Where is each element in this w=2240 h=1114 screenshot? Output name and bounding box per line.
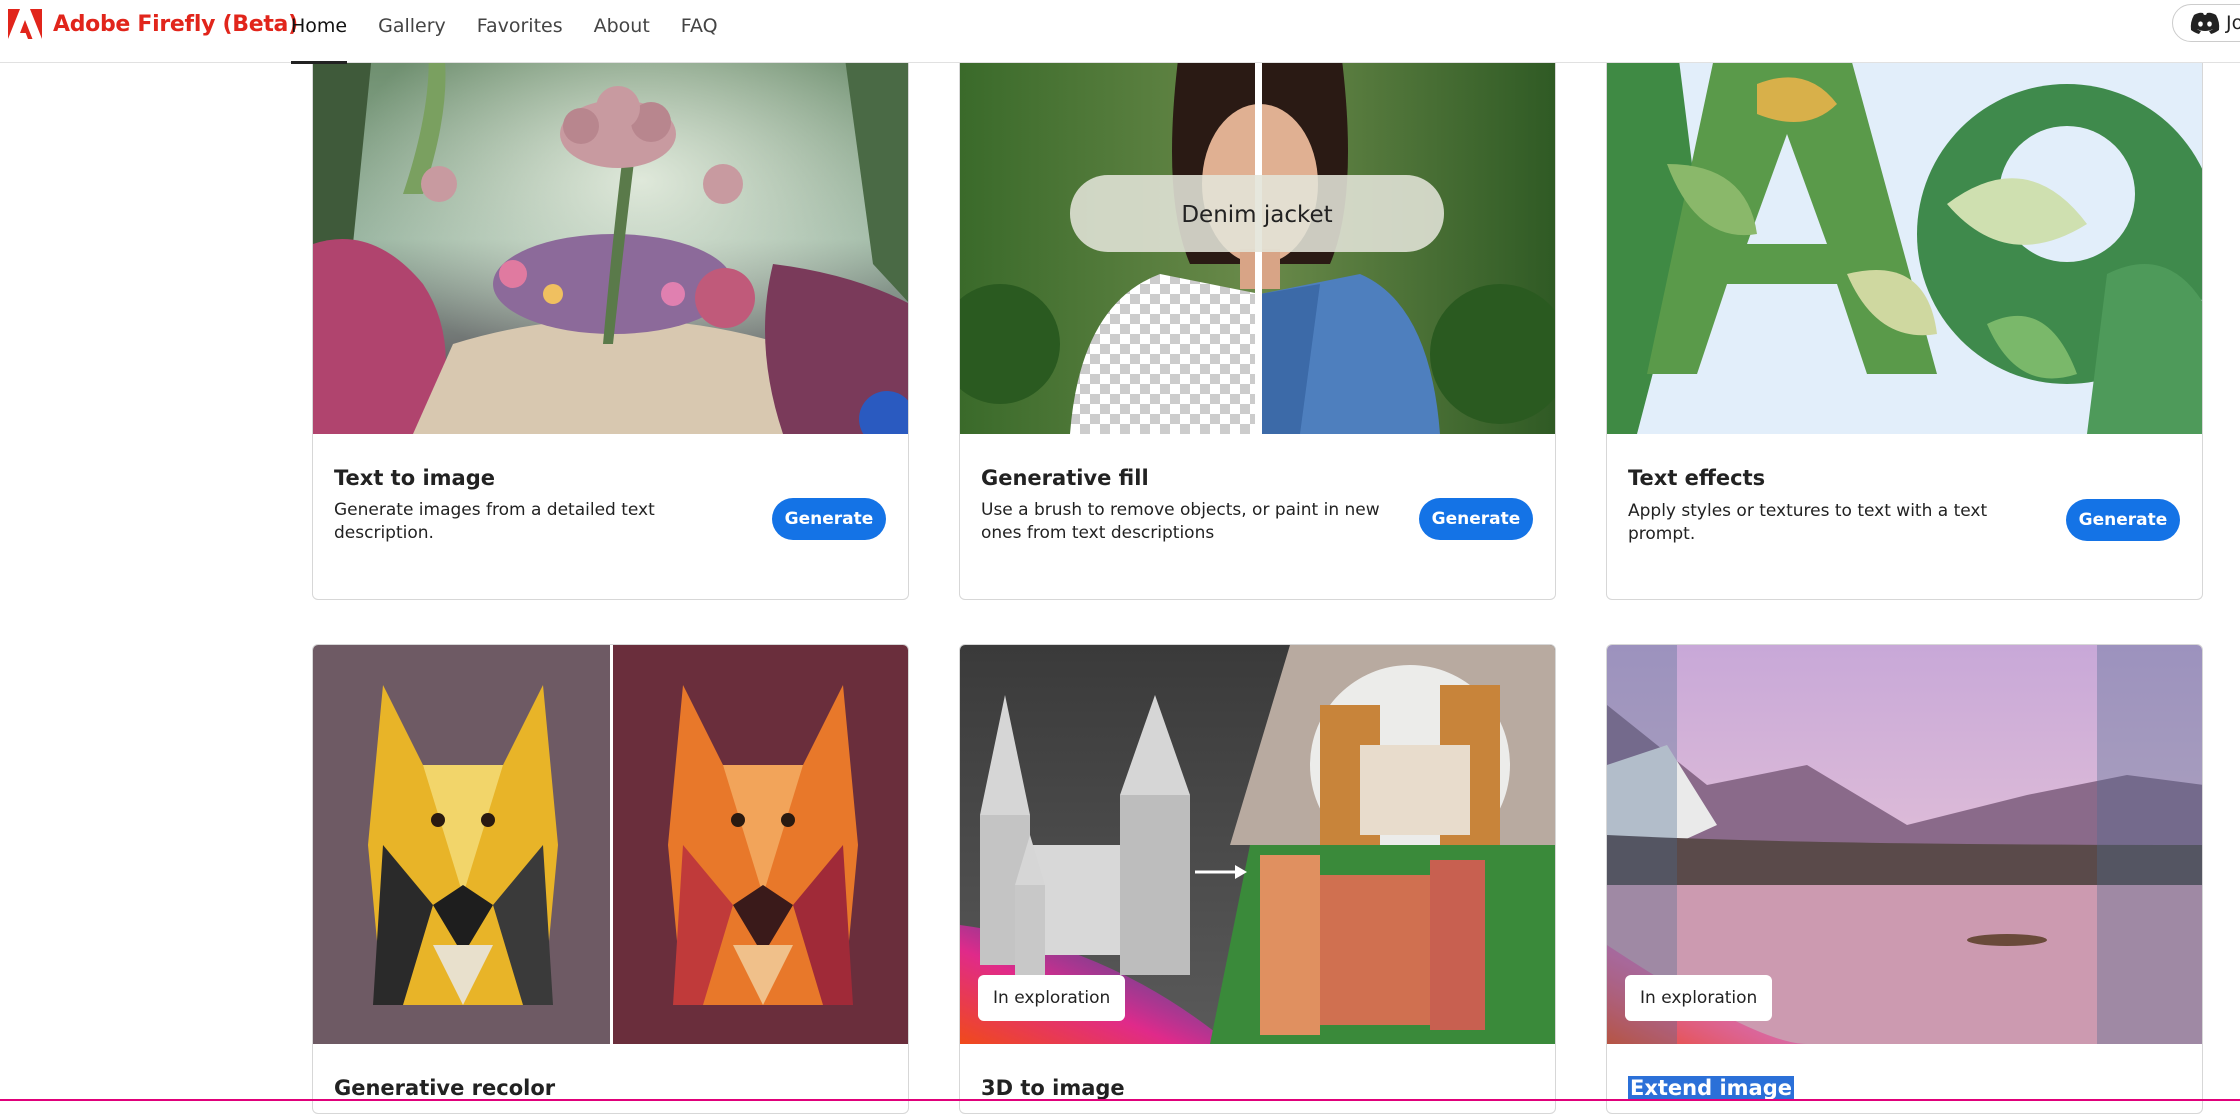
card-description: Apply styles or textures to text with a … <box>1628 501 1988 544</box>
brand[interactable]: Adobe Firefly (Beta) <box>8 9 298 39</box>
generative-recolor-image <box>313 645 908 1044</box>
exploration-badge: In exploration <box>1625 975 1773 1021</box>
discord-label: Jo <box>2226 12 2240 34</box>
selected-title-text: Extend image <box>1628 1076 1794 1100</box>
discord-button[interactable]: Jo <box>2172 4 2240 42</box>
top-navigation-bar: Adobe Firefly (Beta) Home Gallery Favori… <box>0 0 2240 64</box>
card-title: Text to image <box>334 466 495 490</box>
text-effects-image <box>1607 44 2202 434</box>
discord-icon <box>2190 12 2220 34</box>
generate-button[interactable]: Generate <box>772 498 886 540</box>
card-title: Generative fill <box>981 466 1149 490</box>
adobe-logo-icon <box>8 9 42 39</box>
nav-about[interactable]: About <box>594 0 650 63</box>
nav-faq[interactable]: FAQ <box>681 0 718 63</box>
main-nav: Home Gallery Favorites About FAQ <box>291 0 749 64</box>
exploration-badge: In exploration <box>978 975 1126 1021</box>
brand-name: Adobe Firefly (Beta) <box>53 11 298 37</box>
nav-home[interactable]: Home <box>291 0 348 64</box>
card-generative-fill[interactable]: Denim jacket Generative fill Use a brush… <box>959 44 1556 600</box>
card-3d-to-image[interactable]: In exploration 3D to image <box>959 644 1556 1114</box>
card-title: Generative recolor <box>334 1076 556 1100</box>
nav-favorites[interactable]: Favorites <box>477 0 563 63</box>
card-title: Text effects <box>1628 466 1766 490</box>
card-text-effects[interactable]: Text effects Apply styles or textures to… <box>1606 44 2203 600</box>
card-description: Use a brush to remove objects, or paint … <box>981 500 1380 543</box>
card-extend-image[interactable]: In exploration Extend image <box>1606 644 2203 1114</box>
generate-button[interactable]: Generate <box>2066 499 2180 541</box>
card-title: Extend image <box>1628 1076 1794 1100</box>
fantasy-garden-image <box>313 44 908 434</box>
card-description: Generate images from a detailed text des… <box>334 500 655 543</box>
generative-fill-image: Denim jacket <box>960 44 1555 434</box>
generate-button[interactable]: Generate <box>1419 498 1533 540</box>
card-generative-recolor[interactable]: Generative recolor <box>312 644 909 1114</box>
card-title: 3D to image <box>981 1076 1125 1100</box>
prompt-text: Denim jacket <box>1181 202 1332 228</box>
nav-gallery[interactable]: Gallery <box>378 0 446 63</box>
card-text-to-image[interactable]: Text to image Generate images from a det… <box>312 44 909 600</box>
